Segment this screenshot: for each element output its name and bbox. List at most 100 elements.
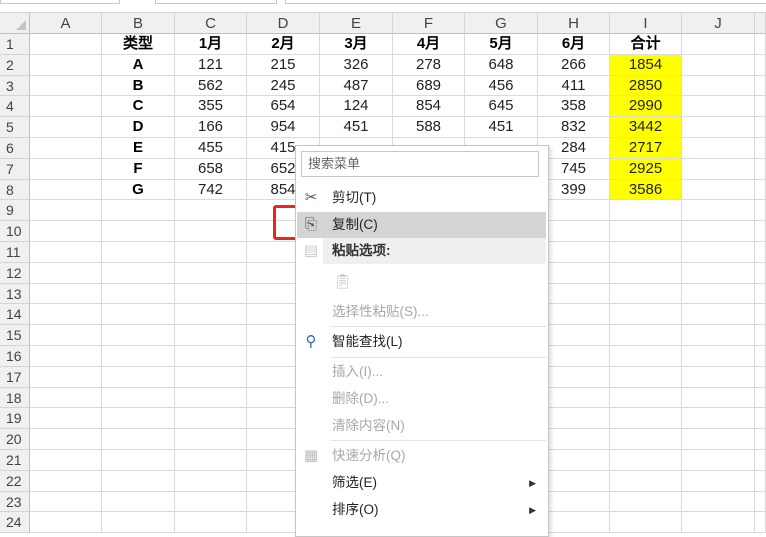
- cell-J6[interactable]: [682, 138, 755, 159]
- cell-G3[interactable]: 456: [465, 75, 538, 97]
- column-header-B[interactable]: B: [102, 13, 175, 34]
- column-header-C[interactable]: C: [175, 13, 247, 34]
- cell-I17[interactable]: [610, 366, 682, 388]
- cell-H5[interactable]: 832: [538, 117, 610, 138]
- name-box[interactable]: [0, 0, 120, 4]
- cell-C17[interactable]: [175, 366, 247, 388]
- cell-C2[interactable]: 121: [175, 54, 247, 76]
- cell-G1[interactable]: 5月: [465, 34, 538, 55]
- cell-J19[interactable]: [682, 408, 755, 430]
- cell-B5[interactable]: D: [102, 117, 175, 138]
- cell-A18[interactable]: [30, 387, 102, 409]
- cell-K18[interactable]: [755, 387, 766, 409]
- cell-J16[interactable]: [682, 346, 755, 367]
- cell-B8[interactable]: G: [102, 179, 175, 201]
- cell-C12[interactable]: [175, 262, 247, 284]
- cell-I8[interactable]: 3586: [610, 179, 682, 201]
- cell-A7[interactable]: [30, 158, 102, 180]
- cell-B1[interactable]: 类型: [102, 34, 175, 55]
- cell-C9[interactable]: [175, 200, 247, 222]
- row-header-3[interactable]: 3: [0, 75, 30, 97]
- cell-K14[interactable]: [755, 304, 766, 326]
- cell-J11[interactable]: [682, 242, 755, 263]
- cell-K3[interactable]: [755, 75, 766, 97]
- cell-A8[interactable]: [30, 179, 102, 201]
- menu-item-paste-special[interactable]: 选择性粘贴(S)...: [297, 299, 546, 325]
- column-header-E[interactable]: E: [320, 13, 393, 34]
- cell-I15[interactable]: [610, 325, 682, 346]
- cell-K16[interactable]: [755, 346, 766, 367]
- cell-K12[interactable]: [755, 262, 766, 284]
- row-header-12[interactable]: 12: [0, 262, 30, 284]
- cell-K7[interactable]: [755, 158, 766, 180]
- cell-F4[interactable]: 854: [393, 96, 465, 118]
- cell-B18[interactable]: [102, 387, 175, 409]
- cell-K21[interactable]: [755, 450, 766, 471]
- row-header-8[interactable]: 8: [0, 179, 30, 201]
- cell-H4[interactable]: 358: [538, 96, 610, 118]
- cell-K10[interactable]: [755, 221, 766, 242]
- cell-K19[interactable]: [755, 408, 766, 430]
- row-header-6[interactable]: 6: [0, 138, 30, 159]
- cell-I21[interactable]: [610, 450, 682, 471]
- cell-C4[interactable]: 355: [175, 96, 247, 118]
- cell-A21[interactable]: [30, 450, 102, 471]
- cell-A24[interactable]: [30, 512, 102, 534]
- cell-J4[interactable]: [682, 96, 755, 118]
- cell-B14[interactable]: [102, 304, 175, 326]
- cell-A19[interactable]: [30, 408, 102, 430]
- cell-I18[interactable]: [610, 387, 682, 409]
- cell-A3[interactable]: [30, 75, 102, 97]
- row-header-23[interactable]: 23: [0, 491, 30, 513]
- cell-I1[interactable]: 合计: [610, 34, 682, 55]
- menu-item-clear-contents[interactable]: 清除内容(N): [297, 413, 546, 439]
- cell-I9[interactable]: [610, 200, 682, 222]
- cell-I19[interactable]: [610, 408, 682, 430]
- cell-I6[interactable]: 2717: [610, 138, 682, 159]
- cell-B19[interactable]: [102, 408, 175, 430]
- cell-A4[interactable]: [30, 96, 102, 118]
- cell-I7[interactable]: 2925: [610, 158, 682, 180]
- cell-B2[interactable]: A: [102, 54, 175, 76]
- cell-J10[interactable]: [682, 221, 755, 242]
- cell-A1[interactable]: [30, 34, 102, 55]
- column-header-D[interactable]: D: [247, 13, 320, 34]
- cell-J8[interactable]: [682, 179, 755, 201]
- select-all-corner[interactable]: [0, 13, 30, 34]
- column-header-F[interactable]: F: [393, 13, 465, 34]
- cell-D2[interactable]: 215: [247, 54, 320, 76]
- paste-button[interactable]: 📋︎: [297, 269, 546, 295]
- cell-C10[interactable]: [175, 221, 247, 242]
- row-header-11[interactable]: 11: [0, 242, 30, 263]
- cell-J14[interactable]: [682, 304, 755, 326]
- cell-F3[interactable]: 689: [393, 75, 465, 97]
- cell-A10[interactable]: [30, 221, 102, 242]
- cell-C16[interactable]: [175, 346, 247, 367]
- menu-item-delete[interactable]: 删除(D)...: [297, 386, 546, 412]
- row-header-9[interactable]: 9: [0, 200, 30, 222]
- cell-A6[interactable]: [30, 138, 102, 159]
- cell-F2[interactable]: 278: [393, 54, 465, 76]
- cell-C24[interactable]: [175, 512, 247, 534]
- cell-C22[interactable]: [175, 470, 247, 492]
- cell-K6[interactable]: [755, 138, 766, 159]
- row-header-17[interactable]: 17: [0, 366, 30, 388]
- cell-C11[interactable]: [175, 242, 247, 263]
- row-header-13[interactable]: 13: [0, 283, 30, 305]
- cell-C3[interactable]: 562: [175, 75, 247, 97]
- cell-K1[interactable]: [755, 34, 766, 55]
- cell-J15[interactable]: [682, 325, 755, 346]
- cell-B21[interactable]: [102, 450, 175, 471]
- menu-item-cut[interactable]: ✂ 剪切(T): [297, 185, 546, 211]
- row-header-10[interactable]: 10: [0, 221, 30, 242]
- cell-J21[interactable]: [682, 450, 755, 471]
- menu-search-input[interactable]: 搜索菜单: [301, 151, 539, 177]
- column-header-A[interactable]: A: [30, 13, 102, 34]
- menu-item-quick-analysis[interactable]: ▦ 快速分析(Q): [297, 443, 546, 469]
- menu-item-copy[interactable]: ⎘ 复制(C): [297, 212, 546, 238]
- cell-C1[interactable]: 1月: [175, 34, 247, 55]
- cell-D1[interactable]: 2月: [247, 34, 320, 55]
- cell-B9[interactable]: [102, 200, 175, 222]
- cell-E5[interactable]: 451: [320, 117, 393, 138]
- cell-D3[interactable]: 245: [247, 75, 320, 97]
